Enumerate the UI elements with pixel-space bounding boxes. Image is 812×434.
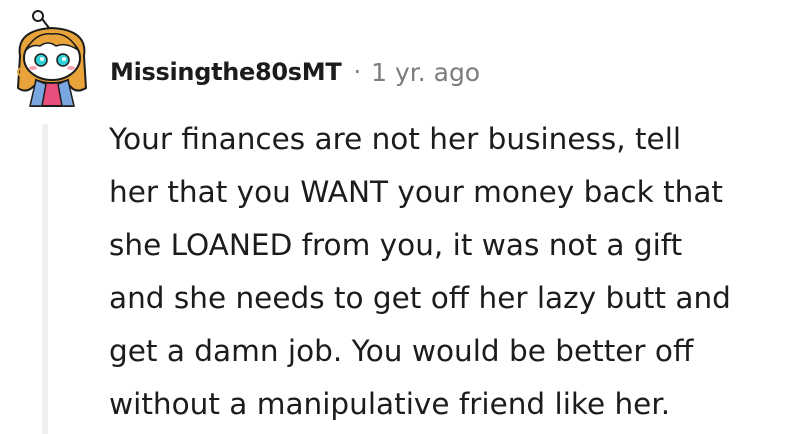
comment-body-line: her that you WANT your money back that (109, 175, 723, 209)
timestamp-link[interactable]: 1 yr. ago (371, 58, 480, 87)
comment-body-line: without a manipulative friend like her. (109, 387, 671, 421)
comment-body-line: get a damn job. You would be better off (109, 334, 694, 368)
comment-body-line: Your finances are not her business, tell (109, 122, 682, 156)
thread-collapse-line[interactable] (42, 124, 48, 434)
comment-body-line: she LOANED from you, it was not a gift (109, 228, 683, 262)
username-link[interactable]: Missingthe80sMT (110, 58, 342, 86)
comment-body: Your finances are not her business, tell… (109, 113, 809, 431)
meta-separator: · (353, 58, 362, 86)
avatar[interactable] (6, 10, 98, 108)
comment-body-line: and she needs to get off her lazy butt a… (109, 281, 731, 315)
snoo-avatar-icon (16, 10, 88, 107)
comment: Missingthe80sMT · 1 yr. ago Your finance… (0, 0, 812, 434)
comment-meta: Missingthe80sMT · 1 yr. ago (110, 54, 480, 90)
